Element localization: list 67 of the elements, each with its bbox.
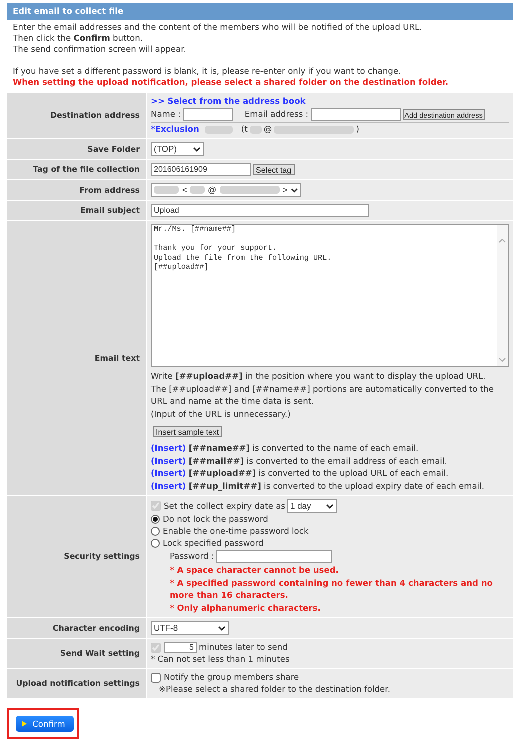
from-address-dropdown[interactable]: < @ > xyxy=(151,183,301,197)
expiry-label: Set the collect expiry date as xyxy=(164,500,286,512)
hint-text: (Input of the URL is unnecessary.) xyxy=(151,408,292,420)
caret-icon xyxy=(326,504,334,508)
password-rule: * A specified password containing no fewer than 4 characters and no more than 16 characters. xyxy=(169,576,494,602)
insert-link[interactable]: (Insert) xyxy=(151,468,186,478)
dropdown[interactable]: (TOP) xyxy=(151,142,204,156)
redacted-text xyxy=(154,186,180,194)
hint-text: Write [##upload##] in the position where you want to display the upload URL. xyxy=(151,370,487,382)
insert-sample-button[interactable]: Insert sample text xyxy=(153,426,222,437)
radio-label: Do not lock the password xyxy=(163,514,268,525)
email-label: Email address : xyxy=(244,109,309,120)
placeholder-description: (Insert) [##name##] is converted to the name of each email. xyxy=(151,442,420,454)
radio-label: Enable the one-time password lock xyxy=(163,526,309,537)
insert-link[interactable]: (Insert) xyxy=(151,456,186,466)
tag-field[interactable]: 201606161909 xyxy=(151,163,251,176)
email-field[interactable] xyxy=(310,108,401,121)
caret-icon xyxy=(290,188,298,192)
scroll-down-icon[interactable] xyxy=(499,358,506,362)
name-label: Name : xyxy=(151,109,181,120)
at-sign: @ xyxy=(264,124,272,135)
scroll-up-icon[interactable] xyxy=(499,239,506,243)
angle-open: < xyxy=(182,184,188,196)
select-tag-button[interactable]: Select tag xyxy=(253,164,295,175)
scrollbar[interactable] xyxy=(497,225,508,366)
instruction-text: Then click the Confirm button. xyxy=(13,33,144,44)
play-icon xyxy=(22,720,27,726)
name-field[interactable] xyxy=(182,108,233,121)
caret-icon xyxy=(193,146,201,152)
angle-close: > xyxy=(282,184,288,196)
placeholder-description: (Insert) [##up_limit##] is converted to the upload expiry date of each email. xyxy=(151,480,486,492)
password-label: Password : xyxy=(170,551,214,562)
placeholder-description: (Insert) [##mail##] is converted to the email address of each email. xyxy=(151,454,448,467)
hint-text: The [##upload##] and [##name##] portions are automatically converted to the URL and name at the time data is sent. xyxy=(151,382,495,408)
redacted-text xyxy=(220,186,280,194)
instruction-text: The send confirmation screen will appear. xyxy=(13,44,188,55)
warning-text: When setting the upload notification, please select a shared folder on the destination folder. xyxy=(13,77,450,88)
lock-radio[interactable] xyxy=(151,527,160,536)
exclusion-link[interactable]: *Exclusion xyxy=(151,124,200,135)
send-wait-note: * Can not set less than 1 minutes xyxy=(151,654,291,665)
page-title: Edit email to collect file xyxy=(7,3,513,20)
radio-label: Lock specified password xyxy=(163,538,264,549)
lock-radio[interactable] xyxy=(151,515,160,524)
password-rule: * Only alphanumeric characters. xyxy=(169,602,322,614)
dropdown[interactable]: UTF-8 xyxy=(151,621,229,635)
notify-label: Notify the group members share xyxy=(164,672,300,683)
redacted-text xyxy=(250,126,262,134)
password-rule: * A space character cannot be used. xyxy=(169,564,340,576)
insert-link[interactable]: (Insert) xyxy=(151,480,186,490)
confirm-button[interactable]: Confirm xyxy=(16,716,74,732)
at-sign: @ xyxy=(208,184,217,196)
placeholder-description: (Insert) [##upload##] is converted to the upload URL of each email. xyxy=(151,467,450,480)
redacted-text xyxy=(190,186,206,194)
exclusion-close: ) xyxy=(356,124,360,135)
password-note: If you have set a different password is blank, it is, please re-enter only if you want to change. xyxy=(13,66,402,77)
instruction-text: Enter the email addresses and the content of the members who will be notified of the upload URL. xyxy=(13,22,424,33)
password-field[interactable] xyxy=(216,550,332,563)
address-book-link[interactable]: >> Select from the address book xyxy=(151,96,509,107)
send-wait-label: minutes later to send xyxy=(199,642,288,653)
notify-checkbox[interactable] xyxy=(151,672,161,682)
lock-radio[interactable] xyxy=(151,539,160,548)
insert-link[interactable]: (Insert) xyxy=(151,443,186,453)
notify-note: ※Please select a shared folder to the destination folder. xyxy=(158,684,392,695)
caret-icon xyxy=(218,626,226,630)
subject-field[interactable]: Upload xyxy=(151,204,369,217)
exclusion-open: (t xyxy=(241,124,248,135)
redacted-text xyxy=(205,126,234,134)
